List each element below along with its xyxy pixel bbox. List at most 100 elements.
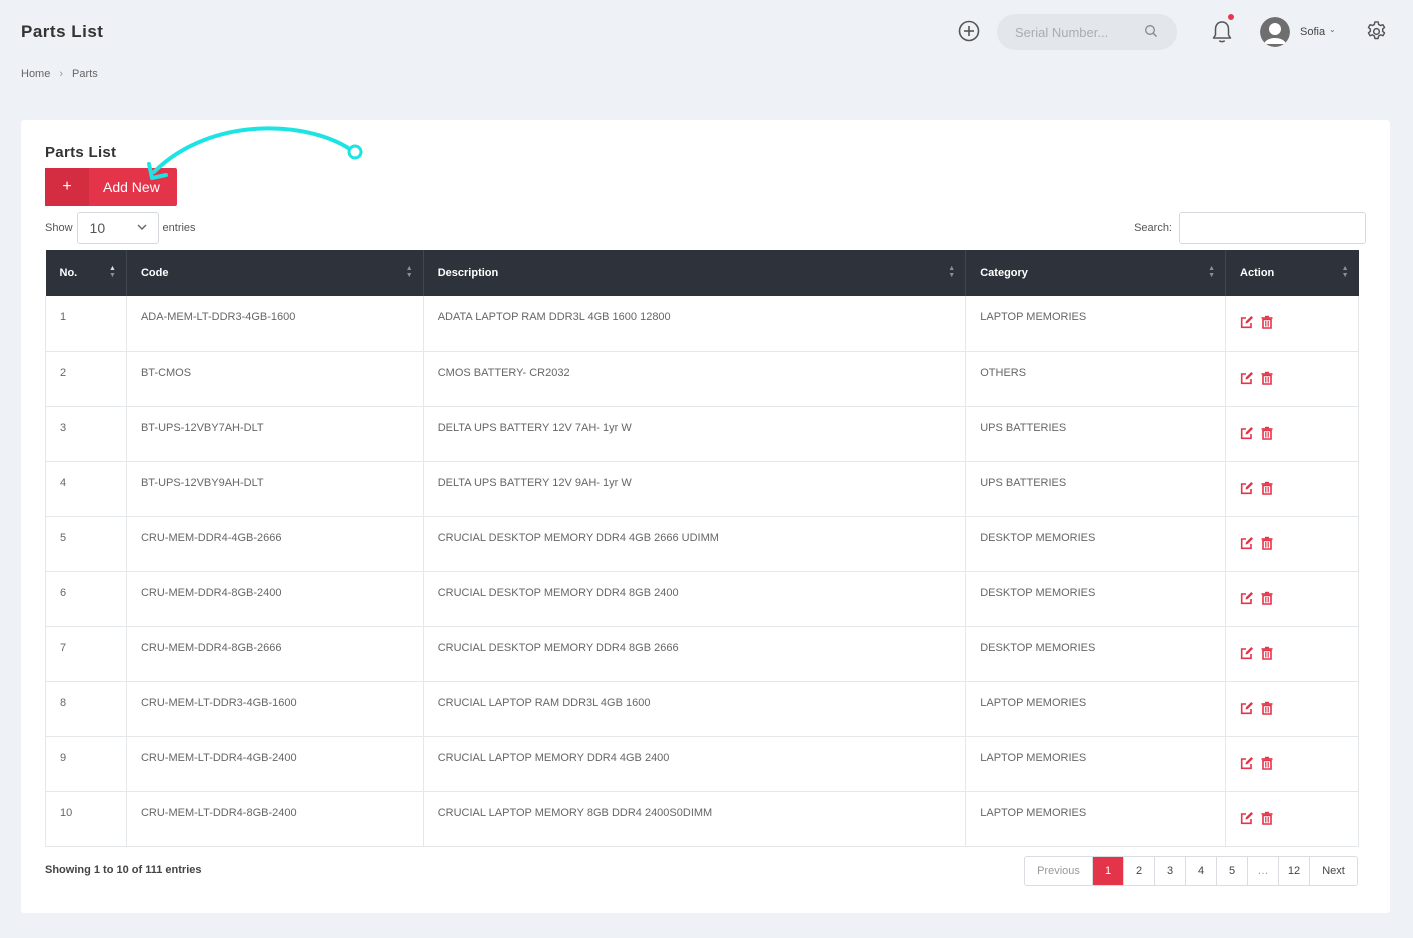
column-header-description[interactable]: Description ▲ ▼ — [423, 250, 967, 296]
pagination-page-12[interactable]: 12 — [1279, 857, 1310, 885]
pagination-page-2[interactable]: 2 — [1124, 857, 1155, 885]
cell-category: DESKTOP MEMORIES — [965, 626, 1227, 682]
add-circle-icon[interactable] — [958, 20, 980, 42]
cell-category: LAPTOP MEMORIES — [965, 791, 1227, 847]
parts-card: Parts List + Add New Show 10 entries Sea… — [21, 120, 1390, 913]
edit-icon[interactable] — [1240, 536, 1254, 550]
table-row: 9 CRU-MEM-LT-DDR4-4GB-2400 CRUCIAL LAPTOP … — [45, 736, 1359, 792]
edit-icon[interactable] — [1240, 591, 1254, 605]
entries-select[interactable]: 10 — [76, 212, 159, 244]
top-header: Parts List Sofia ⌄ — [0, 0, 1413, 64]
cell-action — [1225, 571, 1359, 627]
cell-no: 9 — [45, 736, 127, 792]
pagination-previous[interactable]: Previous — [1025, 857, 1093, 885]
column-header-no[interactable]: No. ▲ ▼ — [45, 250, 127, 296]
edit-icon[interactable] — [1240, 315, 1254, 329]
cell-category: OTHERS — [965, 351, 1227, 407]
trash-icon[interactable] — [1260, 591, 1274, 605]
plus-icon: + — [45, 168, 89, 206]
cell-code: CRU-MEM-DDR4-8GB-2666 — [126, 626, 424, 682]
trash-icon[interactable] — [1260, 536, 1274, 550]
pagination-page-4[interactable]: 4 — [1186, 857, 1217, 885]
entries-length-control: Show 10 entries — [45, 212, 196, 244]
search-icon[interactable] — [1144, 24, 1158, 38]
table-row: 4 BT-UPS-12VBY9AH-DLT DELTA UPS BATTERY 12… — [45, 461, 1359, 517]
cell-description: CRUCIAL LAPTOP RAM DDR3L 4GB 1600 — [423, 681, 967, 737]
sort-icon: ▲ ▼ — [948, 265, 956, 279]
edit-icon[interactable] — [1240, 646, 1254, 660]
column-header-code[interactable]: Code ▲ ▼ — [126, 250, 424, 296]
cell-category: DESKTOP MEMORIES — [965, 516, 1227, 572]
column-header-category[interactable]: Category ▲ ▼ — [965, 250, 1227, 296]
table-row: 10 CRU-MEM-LT-DDR4-8GB-2400 CRUCIAL LAPTOP… — [45, 791, 1359, 847]
serial-number-input[interactable] — [1015, 23, 1135, 41]
trash-icon[interactable] — [1260, 646, 1274, 660]
avatar[interactable] — [1260, 17, 1290, 47]
breadcrumb-separator: › — [59, 68, 64, 80]
edit-icon[interactable] — [1240, 701, 1254, 715]
column-label: Description — [437, 267, 499, 279]
edit-icon[interactable] — [1240, 811, 1254, 825]
notification-dot — [1228, 14, 1234, 20]
table-row: 7 CRU-MEM-DDR4-8GB-2666 CRUCIAL DESKTOP ME… — [45, 626, 1359, 682]
cell-description: DELTA UPS BATTERY 12V 9AH- 1yr W — [423, 461, 967, 517]
cell-description: CMOS BATTERY- CR2032 — [423, 351, 967, 407]
cell-no: 4 — [45, 461, 127, 517]
trash-icon[interactable] — [1260, 315, 1274, 329]
edit-icon[interactable] — [1240, 426, 1254, 440]
notification-bell[interactable] — [1210, 14, 1234, 45]
cell-action — [1225, 626, 1359, 682]
cell-action — [1225, 406, 1359, 462]
cell-code: BT-UPS-12VBY7AH-DLT — [126, 406, 424, 462]
pagination-page-5[interactable]: 5 — [1217, 857, 1248, 885]
trash-icon[interactable] — [1260, 756, 1274, 770]
cell-no: 6 — [45, 571, 127, 627]
sort-icon: ▲ ▼ — [109, 265, 116, 279]
bell-icon — [1212, 21, 1232, 43]
column-header-action[interactable]: Action ▲ ▼ — [1225, 250, 1359, 296]
pagination-page-3[interactable]: 3 — [1155, 857, 1186, 885]
cell-action — [1225, 296, 1359, 352]
trash-icon[interactable] — [1260, 481, 1274, 495]
table-row: 6 CRU-MEM-DDR4-8GB-2400 CRUCIAL DESKTOP ME… — [45, 571, 1359, 627]
cell-category: LAPTOP MEMORIES — [965, 681, 1227, 737]
table-row: 3 BT-UPS-12VBY7AH-DLT DELTA UPS BATTERY 12… — [45, 406, 1359, 462]
cell-code: ADA-MEM-LT-DDR3-4GB-1600 — [126, 296, 424, 352]
cell-category: DESKTOP MEMORIES — [965, 571, 1227, 627]
pagination: Previous 1 2 3 4 5 … 12 Next — [1024, 856, 1358, 886]
pagination-next[interactable]: Next — [1310, 857, 1357, 885]
cell-no: 10 — [45, 791, 127, 847]
chevron-down-icon[interactable]: ⌄ — [1329, 25, 1336, 34]
trash-icon[interactable] — [1260, 701, 1274, 715]
cell-description: ADATA LAPTOP RAM DDR3L 4GB 1600 12800 — [423, 296, 967, 352]
table-search: Search: — [1134, 212, 1366, 244]
cell-no: 2 — [45, 351, 127, 407]
cell-description: CRUCIAL LAPTOP MEMORY DDR4 4GB 2400 — [423, 736, 967, 792]
cell-description: CRUCIAL DESKTOP MEMORY DDR4 4GB 2666 UDI… — [423, 516, 967, 572]
cell-action — [1225, 351, 1359, 407]
edit-icon[interactable] — [1240, 756, 1254, 770]
column-label: Category — [980, 267, 1028, 279]
cell-code: CRU-MEM-DDR4-8GB-2400 — [126, 571, 424, 627]
cell-code: CRU-MEM-DDR4-4GB-2666 — [126, 516, 424, 572]
pagination-ellipsis: … — [1248, 857, 1279, 885]
edit-icon[interactable] — [1240, 371, 1254, 385]
breadcrumb: Home › Parts — [21, 68, 98, 80]
cell-description: CRUCIAL LAPTOP MEMORY 8GB DDR4 2400S0DIM… — [423, 791, 967, 847]
serial-search — [997, 14, 1177, 50]
trash-icon[interactable] — [1260, 426, 1274, 440]
cell-no: 5 — [45, 516, 127, 572]
edit-icon[interactable] — [1240, 481, 1254, 495]
cell-no: 7 — [45, 626, 127, 682]
breadcrumb-home[interactable]: Home — [21, 68, 50, 80]
cell-code: CRU-MEM-LT-DDR4-8GB-2400 — [126, 791, 424, 847]
gear-icon[interactable] — [1365, 20, 1388, 43]
table-search-input[interactable] — [1179, 212, 1366, 244]
pagination-page-1[interactable]: 1 — [1093, 857, 1124, 885]
trash-icon[interactable] — [1260, 811, 1274, 825]
trash-icon[interactable] — [1260, 371, 1274, 385]
cell-action — [1225, 461, 1359, 517]
column-label: Action — [1240, 267, 1275, 279]
user-name[interactable]: Sofia — [1300, 26, 1325, 38]
sort-icon: ▲ ▼ — [1341, 265, 1349, 279]
